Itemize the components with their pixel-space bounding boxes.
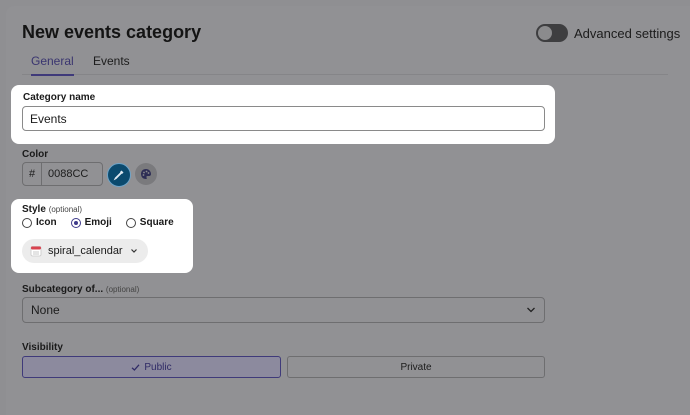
subcategory-select[interactable]: None [22, 297, 545, 323]
toggle-knob [538, 26, 552, 40]
calendar-icon [30, 246, 42, 257]
radio-emoji[interactable] [70, 217, 81, 228]
color-label: Color [22, 149, 49, 160]
subcategory-value: None [31, 303, 60, 317]
style-label: Style (optional) [22, 204, 82, 215]
color-hex-value: 0088CC [48, 168, 89, 180]
chevron-down-icon [130, 249, 137, 253]
style-label-text: Style [22, 204, 46, 215]
style-option-square[interactable]: Square [125, 217, 174, 228]
color-input[interactable]: # 0088CC [22, 162, 103, 186]
style-option-square-label: Square [139, 217, 174, 228]
palette-button[interactable] [135, 163, 157, 185]
visibility-public-button[interactable]: Public [22, 356, 281, 378]
page-title: New events category [22, 22, 202, 42]
tab-bar: General Events [22, 54, 668, 76]
subcategory-label: Subcategory of... (optional) [22, 284, 139, 295]
style-option-icon-label: Icon [36, 217, 57, 228]
style-optional-text: (optional) [48, 205, 83, 214]
tab-general[interactable]: General [31, 54, 74, 76]
radio-icon[interactable] [22, 217, 32, 228]
advanced-settings-label: Advanced settings [574, 25, 681, 41]
eyedropper-button[interactable] [107, 163, 131, 187]
advanced-settings-toggle[interactable] [536, 24, 568, 42]
eyedropper-icon [113, 170, 124, 181]
visibility-private-label: Private [400, 361, 432, 373]
category-name-value: Events [30, 112, 67, 126]
style-option-emoji-label: Emoji [84, 217, 112, 228]
tab-events[interactable]: Events [93, 54, 130, 74]
subcategory-label-text: Subcategory of... [22, 284, 104, 295]
visibility-public-label: Public [144, 361, 172, 373]
advanced-settings-toggle-row[interactable]: Advanced settings [536, 24, 680, 42]
category-name-input[interactable]: Events [22, 106, 545, 131]
emoji-selector[interactable]: spiral_calendar [22, 239, 148, 263]
emoji-value: spiral_calendar [48, 245, 123, 257]
subcategory-optional-text: (optional) [105, 285, 140, 294]
check-icon [131, 363, 140, 371]
palette-icon [141, 169, 151, 179]
radio-square[interactable] [125, 217, 136, 228]
visibility-label: Visibility [22, 342, 63, 353]
chevron-down-icon [527, 307, 535, 313]
category-name-label: Category name [23, 92, 96, 103]
style-option-icon[interactable]: Icon [22, 217, 57, 228]
style-option-emoji[interactable]: Emoji [70, 217, 112, 228]
style-radio-group: Icon Emoji Square [22, 217, 188, 228]
visibility-private-button[interactable]: Private [287, 356, 545, 378]
color-hash-prefix: # [23, 163, 42, 185]
